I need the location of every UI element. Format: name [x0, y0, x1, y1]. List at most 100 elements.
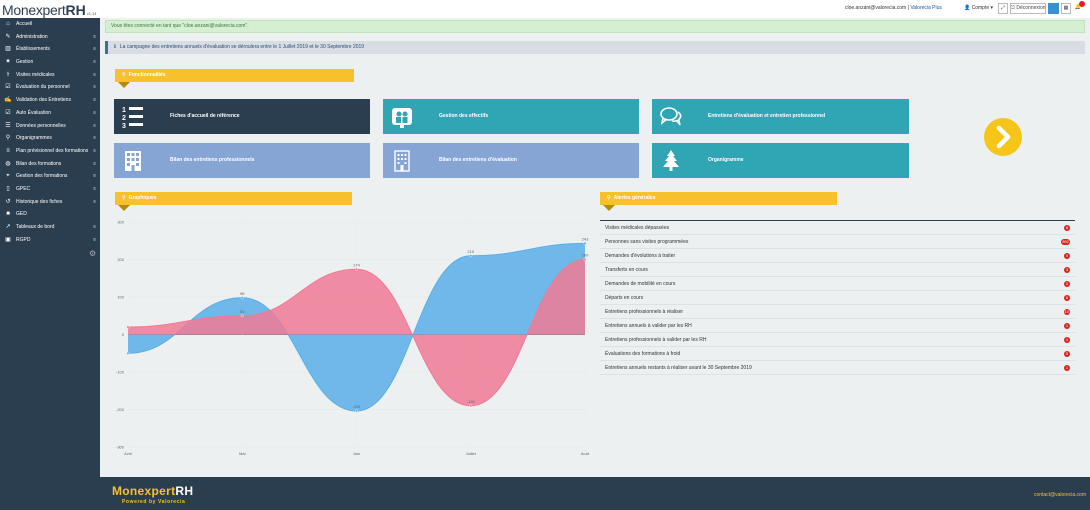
- next-button[interactable]: [984, 118, 1022, 156]
- fullscreen-button[interactable]: ⤢: [998, 3, 1008, 14]
- alert-row[interactable]: Demandes de mobilité en cours 2: [600, 277, 1075, 291]
- data-point: [126, 325, 130, 329]
- submenu-toggle-icon[interactable]: ≡: [93, 221, 96, 234]
- sidebar-item-label: Évaluation du personnel: [16, 84, 70, 91]
- tile-label: Gestion des effectifs: [439, 113, 489, 119]
- alert-row[interactable]: Entretiens annuels à valider par les RH 1: [600, 319, 1075, 333]
- footer-contact-link[interactable]: contact@valorecia.com: [1034, 492, 1086, 498]
- data-point: [583, 241, 587, 245]
- footer-logo-part2: RH: [175, 484, 194, 498]
- sidebar-item[interactable]: ≡ Plan prévisionnel des formations ≡: [0, 145, 100, 158]
- campaign-info-text: La campagne des entretiens annuels d'éva…: [119, 44, 365, 50]
- sidebar-item[interactable]: ▥ Établissements ≡: [0, 43, 100, 56]
- apps-button[interactable]: ▦: [1061, 3, 1071, 14]
- sidebar-item[interactable]: ↺ Historique des fiches ≡: [0, 196, 100, 209]
- submenu-toggle-icon[interactable]: ≡: [93, 132, 96, 145]
- alert-row[interactable]: Évaluations des formations à froid 5: [600, 347, 1075, 361]
- alert-label: Départs en cours: [605, 295, 644, 301]
- account-menu[interactable]: 👤 Compte ▾: [964, 5, 993, 11]
- alert-row[interactable]: Entretiens professionnels à réaliser 10: [600, 305, 1075, 319]
- alert-row[interactable]: Visites médicales dépassées 8: [600, 221, 1075, 235]
- sidebar-item[interactable]: ✎ Administration ≡: [0, 31, 100, 44]
- sidebar-item[interactable]: ↗ Tableaux de bord ≡: [0, 221, 100, 234]
- sidebar-item[interactable]: ☑ Auto Évaluation ≡: [0, 107, 100, 120]
- submenu-toggle-icon[interactable]: ≡: [93, 158, 96, 171]
- data-label: 174: [353, 262, 360, 267]
- notifications-button[interactable]: 🔔: [1073, 1, 1085, 14]
- building-icon: [125, 151, 141, 171]
- alert-row[interactable]: Personnes sans visites programmées 892: [600, 235, 1075, 249]
- submenu-toggle-icon[interactable]: ≡: [93, 81, 96, 94]
- user-icon: 👤: [964, 5, 971, 11]
- sidebar-item[interactable]: ⌂ Accueil: [0, 18, 100, 31]
- submenu-toggle-icon[interactable]: ≡: [93, 234, 96, 247]
- submenu-toggle-icon[interactable]: ≡: [93, 94, 96, 107]
- sidebar-item[interactable]: ✷ Gestion ≡: [0, 56, 100, 69]
- user-avatar-button[interactable]: [1048, 3, 1059, 14]
- alert-row[interactable]: Transferts en cours 3: [600, 263, 1075, 277]
- sidebar-item[interactable]: ☰ Données personnelles ≡: [0, 120, 100, 133]
- sidebar-item[interactable]: ■ GED: [0, 208, 100, 221]
- login-success-alert: Vous êtes connecté en tant que "cloe.anz…: [105, 20, 1085, 33]
- tile-bilan-entretiens-eval[interactable]: Bilan des entretiens d'évaluation: [383, 143, 639, 178]
- gear-icon[interactable]: ⚙: [89, 249, 96, 258]
- submenu-toggle-icon[interactable]: ≡: [93, 170, 96, 183]
- sidebar-item[interactable]: ▯ GPEC ≡: [0, 183, 100, 196]
- notification-badge: [1079, 1, 1085, 7]
- sidebar-item[interactable]: ◍ Bilan des formations ≡: [0, 158, 100, 171]
- tile-bilan-entretiens-pro[interactable]: Bilan des entretiens professionnels: [114, 143, 370, 178]
- tile-gestion-effectifs[interactable]: Gestion des effectifs: [383, 99, 639, 134]
- sidebar-item[interactable]: ⚲ Organigrammes ≡: [0, 132, 100, 145]
- tile-organigramme[interactable]: Organigramme: [652, 143, 909, 178]
- logout-label: Déconnexion: [1016, 5, 1046, 11]
- expand-icon: ⤢: [1000, 5, 1005, 11]
- y-tick-label: -200: [116, 407, 125, 412]
- chevron-down-icon: ▾: [990, 5, 994, 11]
- submenu-toggle-icon[interactable]: ≡: [93, 120, 96, 133]
- sidebar-item-label: Auto Évaluation: [16, 109, 52, 116]
- y-tick-label: -100: [116, 370, 125, 375]
- alert-row[interactable]: Départs en cours 6: [600, 291, 1075, 305]
- sidebar-item-label: Administration: [16, 33, 48, 40]
- sidebar-item[interactable]: ☑ Évaluation du personnel ≡: [0, 81, 100, 94]
- submenu-toggle-icon[interactable]: ≡: [93, 145, 96, 158]
- data-label: -190: [467, 399, 476, 404]
- alert-row[interactable]: Entretiens annuels restants à réaliser a…: [600, 361, 1075, 375]
- data-point: [126, 351, 130, 355]
- submenu-toggle-icon[interactable]: ≡: [93, 56, 96, 69]
- user-separator: |: [907, 5, 909, 11]
- organisation-name[interactable]: Valorecia Plus: [910, 5, 942, 11]
- sidebar-item[interactable]: ✍ Validation des Entretiens ≡: [0, 94, 100, 107]
- alert-count-badge: 1: [1064, 323, 1070, 329]
- sidebar-item-label: Historique des fiches: [16, 198, 63, 205]
- footer: MonexpertRH Powered by Valorecia contact…: [100, 477, 1090, 510]
- submenu-toggle-icon[interactable]: ≡: [93, 107, 96, 120]
- alert-count-badge: 5: [1064, 253, 1070, 259]
- list-icon: ☰: [5, 122, 11, 129]
- submenu-toggle-icon[interactable]: ≡: [93, 43, 96, 56]
- alert-row[interactable]: Entretiens professionnels à valider par …: [600, 333, 1075, 347]
- sidebar-item[interactable]: ⌖ Gestion des formations ≡: [0, 170, 100, 183]
- home-icon: ⌂: [6, 21, 10, 27]
- sidebar-item[interactable]: ⚕ Visites médicales ≡: [0, 69, 100, 82]
- submenu-toggle-icon[interactable]: ≡: [93, 69, 96, 82]
- alert-label: Transferts en cours: [605, 267, 648, 273]
- data-label: 50: [240, 309, 245, 314]
- submenu-toggle-icon[interactable]: ≡: [93, 196, 96, 209]
- sidebar: ⌂ Accueil ✎ Administration ≡ ▥ Établissements ≡…: [0, 0, 100, 510]
- tile-entretiens[interactable]: Entretiens d'évaluation et entretien pro…: [652, 99, 909, 134]
- general-alerts-list: Visites médicales dépassées 8 Personnes sa…: [600, 220, 1075, 375]
- submenu-toggle-icon[interactable]: ≡: [93, 183, 96, 196]
- alert-row[interactable]: Demandes d'évolutions à traiter 5: [600, 249, 1075, 263]
- tile-label: Entretiens d'évaluation et entretien pro…: [708, 113, 826, 119]
- sliders-icon: ≡: [6, 147, 10, 154]
- data-point: [354, 267, 358, 271]
- submenu-toggle-icon[interactable]: ≡: [93, 31, 96, 44]
- sidebar-item[interactable]: ▣ RGPD ≡: [0, 234, 100, 247]
- tile-fiches-accueil[interactable]: 1 2 3 Fiches d'accueil de référence: [114, 99, 370, 134]
- alert-label: Entretiens annuels à valider par les RH: [605, 323, 692, 329]
- data-label: 98: [240, 291, 245, 296]
- logout-button[interactable]: ⎋ Déconnexion: [1010, 3, 1046, 14]
- info-icon: ℹ: [114, 44, 116, 50]
- alert-count-badge: 1: [1064, 365, 1070, 371]
